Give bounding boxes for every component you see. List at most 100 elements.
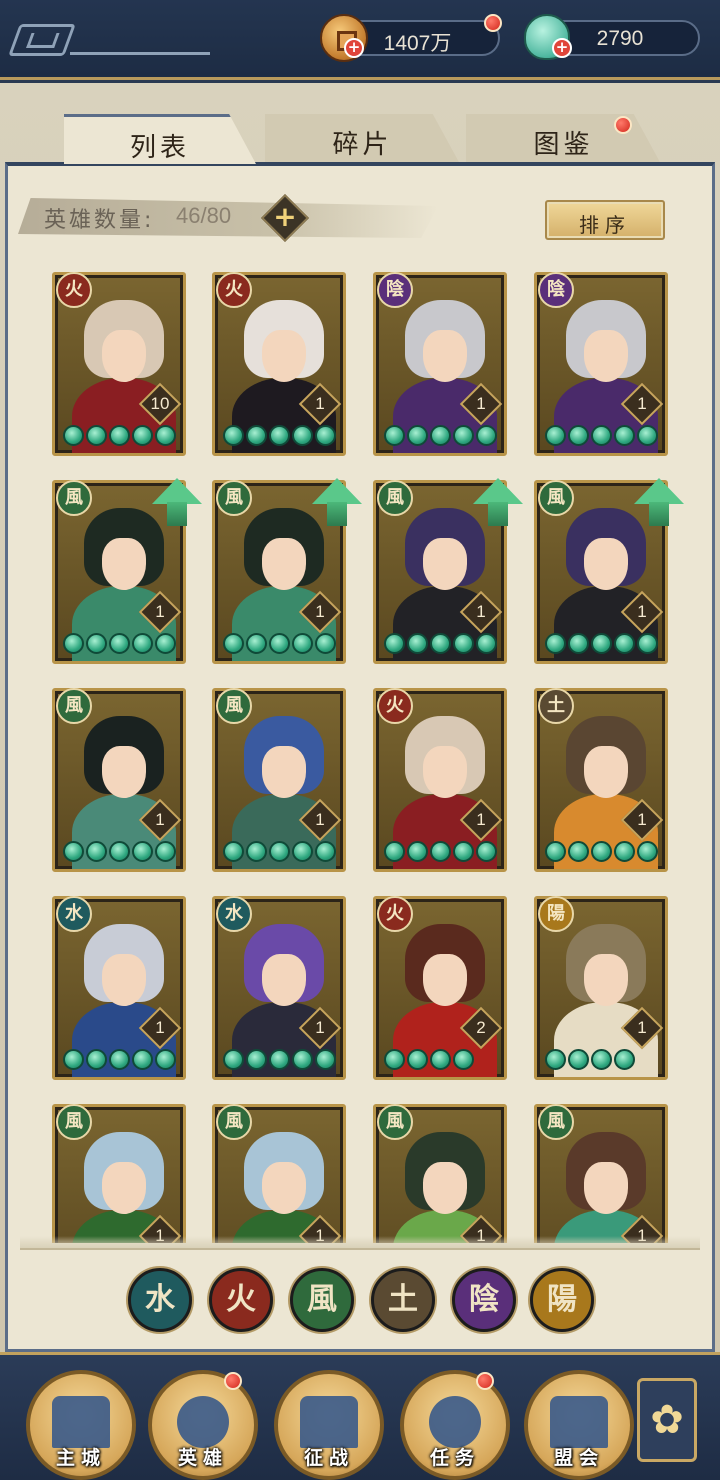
hero-star-row — [384, 425, 497, 447]
hero-star-row — [63, 633, 176, 655]
filter-earth-button[interactable]: 土 — [371, 1268, 435, 1332]
jade-star-icon — [430, 1049, 451, 1070]
add-coin-icon[interactable]: + — [344, 38, 364, 58]
jade-star-icon — [223, 633, 244, 654]
quest-icon — [429, 1396, 481, 1448]
nav-notification-dot — [224, 1372, 242, 1390]
hero-star-row — [384, 1049, 474, 1071]
hero-level-value: 1 — [637, 602, 647, 621]
tab-list[interactable]: 列表 — [64, 114, 256, 164]
filter-yin-button[interactable]: 陰 — [452, 1268, 516, 1332]
element-badge-yin: 陰 — [377, 272, 413, 308]
hero-level-value: 10 — [150, 394, 170, 413]
hero-count-value: 46/80 — [176, 203, 232, 228]
guild-icon — [550, 1396, 608, 1448]
battle-icon — [300, 1396, 358, 1448]
tab-shards[interactable]: 碎片 — [265, 114, 460, 164]
jade-star-icon — [315, 1049, 336, 1070]
jade-star-icon — [407, 425, 428, 446]
filter-yang-button[interactable]: 陽 — [530, 1268, 594, 1332]
jade-star-icon — [246, 633, 267, 654]
jade-star-icon — [269, 633, 290, 654]
grid-bottom-edge — [20, 1236, 700, 1250]
hero-star-row — [545, 1049, 635, 1071]
jade-star-icon — [292, 841, 313, 862]
filter-water-button[interactable]: 水 — [128, 1268, 192, 1332]
jade-star-icon — [407, 1049, 428, 1070]
menu-icon[interactable] — [8, 24, 76, 56]
sort-button[interactable]: 排序 — [545, 200, 665, 240]
nav-guild-button[interactable]: 盟会 — [524, 1370, 634, 1480]
more-menu-button[interactable]: ✿ — [637, 1378, 697, 1462]
element-badge-wind: 風 — [216, 688, 252, 724]
jade-star-icon — [568, 1049, 589, 1070]
jade-star-icon — [109, 1049, 130, 1070]
jade-star-icon — [132, 1049, 153, 1070]
jade-star-icon — [155, 1049, 176, 1070]
jade-star-icon — [315, 425, 336, 446]
element-badge-water: 水 — [216, 896, 252, 932]
hero-level-value: 2 — [476, 1018, 486, 1037]
hero-star-row — [545, 425, 658, 447]
jade-star-icon — [223, 1049, 244, 1070]
add-jade-icon[interactable]: + — [552, 38, 572, 58]
nav-label: 英雄 — [177, 1447, 228, 1469]
element-badge-wind: 風 — [538, 480, 574, 516]
jade-star-icon — [63, 1049, 84, 1070]
hero-star-row — [545, 841, 658, 863]
nav-label: 任务 — [429, 1447, 480, 1469]
filter-fire-button[interactable]: 火 — [209, 1268, 273, 1332]
hero-level-value: 1 — [476, 394, 486, 413]
tab-list-label: 列表 — [129, 133, 190, 163]
plus-icon: + — [273, 200, 297, 233]
jade-star-icon — [63, 425, 84, 446]
jade-star-icon — [430, 841, 451, 862]
nav-battle-button[interactable]: 征战 — [274, 1370, 384, 1480]
hero-star-row — [63, 841, 176, 863]
element-badge-earth: 土 — [538, 688, 574, 724]
jade-star-icon — [223, 425, 244, 446]
top-bar: 1407万 + 2790 + — [0, 0, 720, 80]
hero-grid: 10 火 1 火 1 陰 1 陰 1 風 1 風 1 風 1 風 1 風 1 風 1 火 1 土 1 水 1 水 2 火 1 陽 1 風 1 風 1 風 1… — [40, 268, 690, 1243]
jade-star-icon — [637, 633, 658, 654]
nav-label: 主城 — [55, 1447, 106, 1469]
nav-hero-button[interactable]: 英雄 — [148, 1370, 258, 1480]
atlas-notification-dot — [614, 116, 632, 134]
element-badge-wind: 風 — [56, 1104, 92, 1140]
element-badge-yin: 陰 — [538, 272, 574, 308]
hero-star-row — [63, 425, 176, 447]
jade-star-icon — [292, 1049, 313, 1070]
jade-star-icon — [430, 425, 451, 446]
jade-star-icon — [430, 633, 451, 654]
tab-atlas-label: 图鉴 — [533, 130, 594, 160]
jade-star-icon — [384, 1049, 405, 1070]
jade-star-icon — [132, 425, 153, 446]
jade-star-icon — [545, 425, 566, 446]
jade-star-icon — [269, 1049, 290, 1070]
element-badge-yang: 陽 — [538, 896, 574, 932]
element-badge-wind: 風 — [56, 480, 92, 516]
hero-star-row — [223, 633, 336, 655]
jade-star-icon — [315, 841, 336, 862]
nav-city-button[interactable]: 主城 — [26, 1370, 136, 1480]
hero-level-value: 1 — [315, 1018, 325, 1037]
nav-quest-button[interactable]: 任务 — [400, 1370, 510, 1480]
city-icon — [52, 1396, 110, 1448]
jade-star-icon — [614, 633, 635, 654]
jade-star-icon — [292, 633, 313, 654]
jade-star-icon — [109, 425, 130, 446]
tab-atlas[interactable]: 图鉴 — [466, 114, 661, 164]
element-badge-fire: 火 — [377, 896, 413, 932]
jade-star-icon — [132, 841, 153, 862]
hero-star-row — [545, 633, 658, 655]
hero-level-value: 1 — [637, 394, 647, 413]
hero-star-row — [223, 1049, 336, 1071]
jade-star-icon — [384, 633, 405, 654]
upgrade-arrow-icon — [473, 478, 523, 526]
element-badge-fire: 火 — [377, 688, 413, 724]
jade-star-icon — [637, 425, 658, 446]
element-badge-fire: 火 — [56, 272, 92, 308]
jade-star-icon — [568, 841, 589, 862]
jade-star-icon — [246, 1049, 267, 1070]
filter-wind-button[interactable]: 風 — [290, 1268, 354, 1332]
